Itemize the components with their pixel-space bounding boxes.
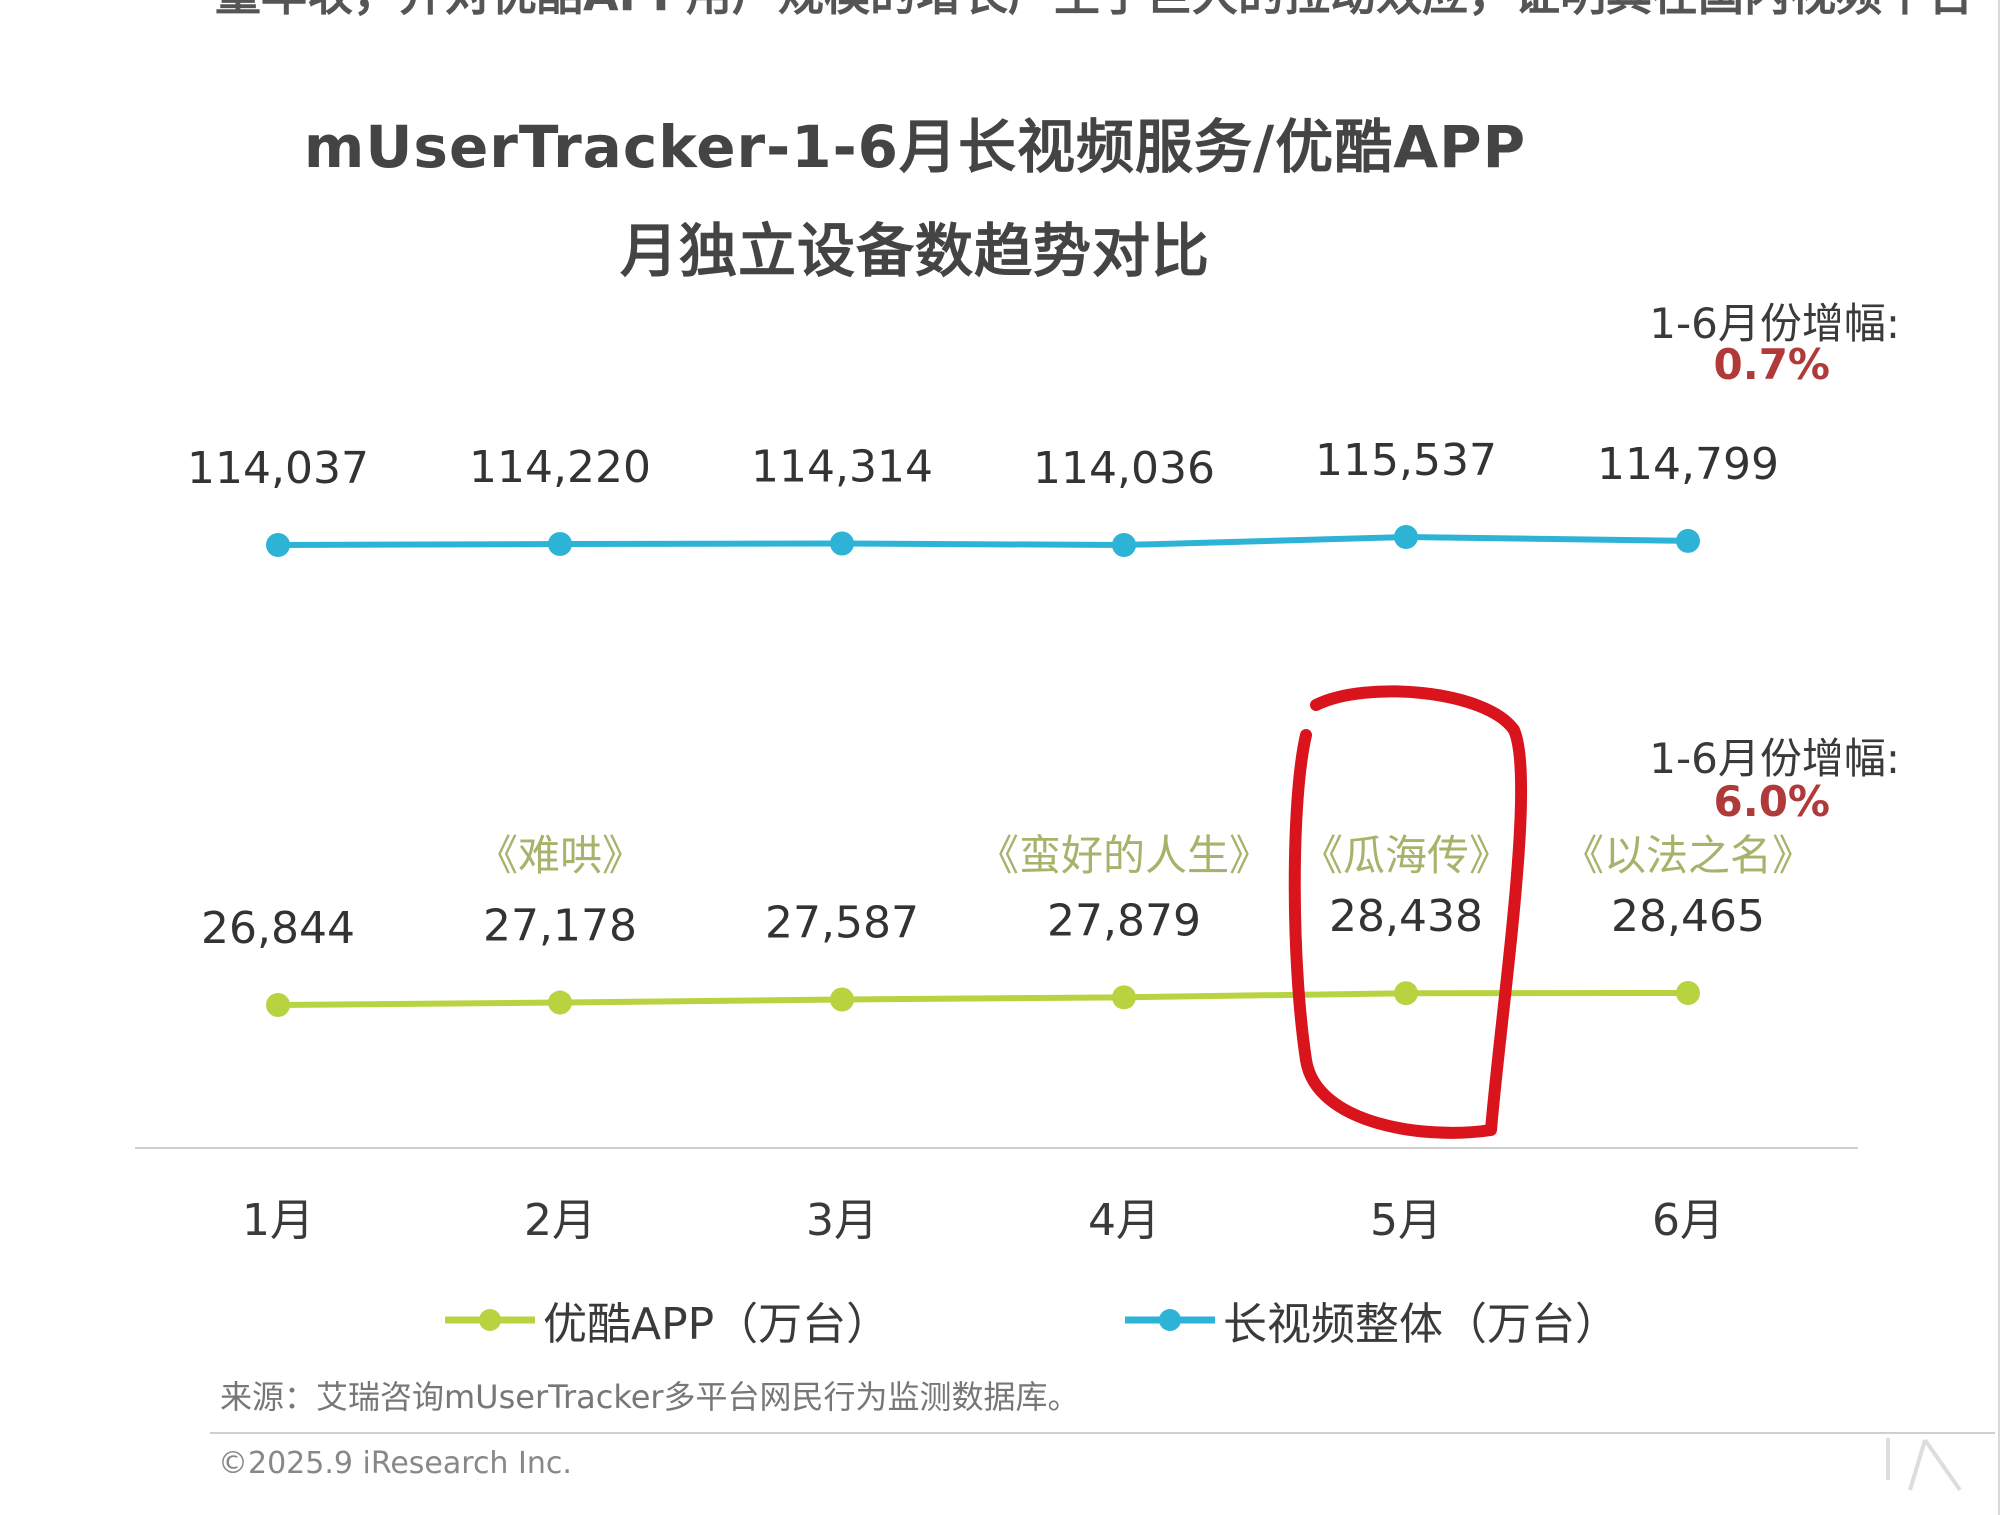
watermark-person-icon <box>1886 1438 1962 1492</box>
legend-label-youku: 优酷APP（万台） <box>543 1299 891 1350</box>
series-youku-data-label: 26,844 <box>201 903 355 954</box>
legend-label-total: 长视频整体（万台） <box>1223 1299 1619 1350</box>
series-total-point <box>1394 525 1418 549</box>
series-youku-line <box>277 990 1689 1008</box>
drama-annotation: 《瓜海传》 <box>1301 831 1511 880</box>
x-tick-label: 4月 <box>1088 1195 1160 1246</box>
series-total-point <box>266 532 290 557</box>
series-total-data-label: 115,537 <box>1315 435 1497 486</box>
series-youku-point <box>1676 981 1700 1005</box>
footer-divider <box>210 1432 1995 1434</box>
source-note: 来源：艾瑞咨询mUserTracker多平台网民行为监测数据库。 <box>220 1378 1080 1416</box>
x-tick-label: 1月 <box>242 1195 314 1246</box>
series-youku-data-label: 27,587 <box>765 897 919 948</box>
x-tick-label: 6月 <box>1652 1195 1724 1246</box>
series-total-data-label: 114,799 <box>1597 439 1779 490</box>
x-tick-label: 3月 <box>806 1195 878 1246</box>
x-tick-label: 2月 <box>524 1195 596 1246</box>
series-total-point <box>830 531 854 556</box>
series-total-data-label: 114,314 <box>751 442 933 493</box>
legend-item-total: 长视频整体（万台） <box>1125 1290 1619 1350</box>
line-chart: 1月 2月 3月 4月 5月 6月 114,037 114,220 114,314 114,036… <box>135 435 1858 1246</box>
series-total-point <box>1676 528 1700 553</box>
series-youku-point <box>1394 981 1418 1006</box>
legend-swatch-youku <box>445 1309 535 1331</box>
series-total-data-label: 114,220 <box>469 442 651 493</box>
legend-swatch-total <box>1125 1309 1215 1331</box>
x-tick-label: 5月 <box>1370 1195 1442 1246</box>
series-youku-point <box>830 987 854 1012</box>
series-total-point <box>548 532 572 557</box>
series-youku-data-label: 27,879 <box>1047 895 1201 946</box>
series-total-data-label: 114,037 <box>187 443 369 494</box>
drama-annotation: 《以法之名》 <box>1562 831 1814 880</box>
series-total-data-label: 114,036 <box>1033 443 1215 494</box>
series-youku-point <box>266 993 290 1017</box>
drama-annotation: 《蛮好的人生》 <box>977 831 1271 880</box>
series-youku-point <box>548 990 572 1015</box>
series-youku-data-label: 27,178 <box>483 901 637 952</box>
legend-item-youku: 优酷APP（万台） <box>445 1290 890 1350</box>
series-youku-data-label: 28,438 <box>1329 891 1483 942</box>
copyright-text: ©2025.9 iResearch Inc. <box>218 1446 572 1481</box>
series-youku-point <box>1112 985 1136 1010</box>
series-youku-data-label: 28,465 <box>1611 891 1765 942</box>
drama-annotation: 《难哄》 <box>476 831 644 880</box>
series-total-line <box>277 534 1689 548</box>
series-total-point <box>1112 533 1136 557</box>
